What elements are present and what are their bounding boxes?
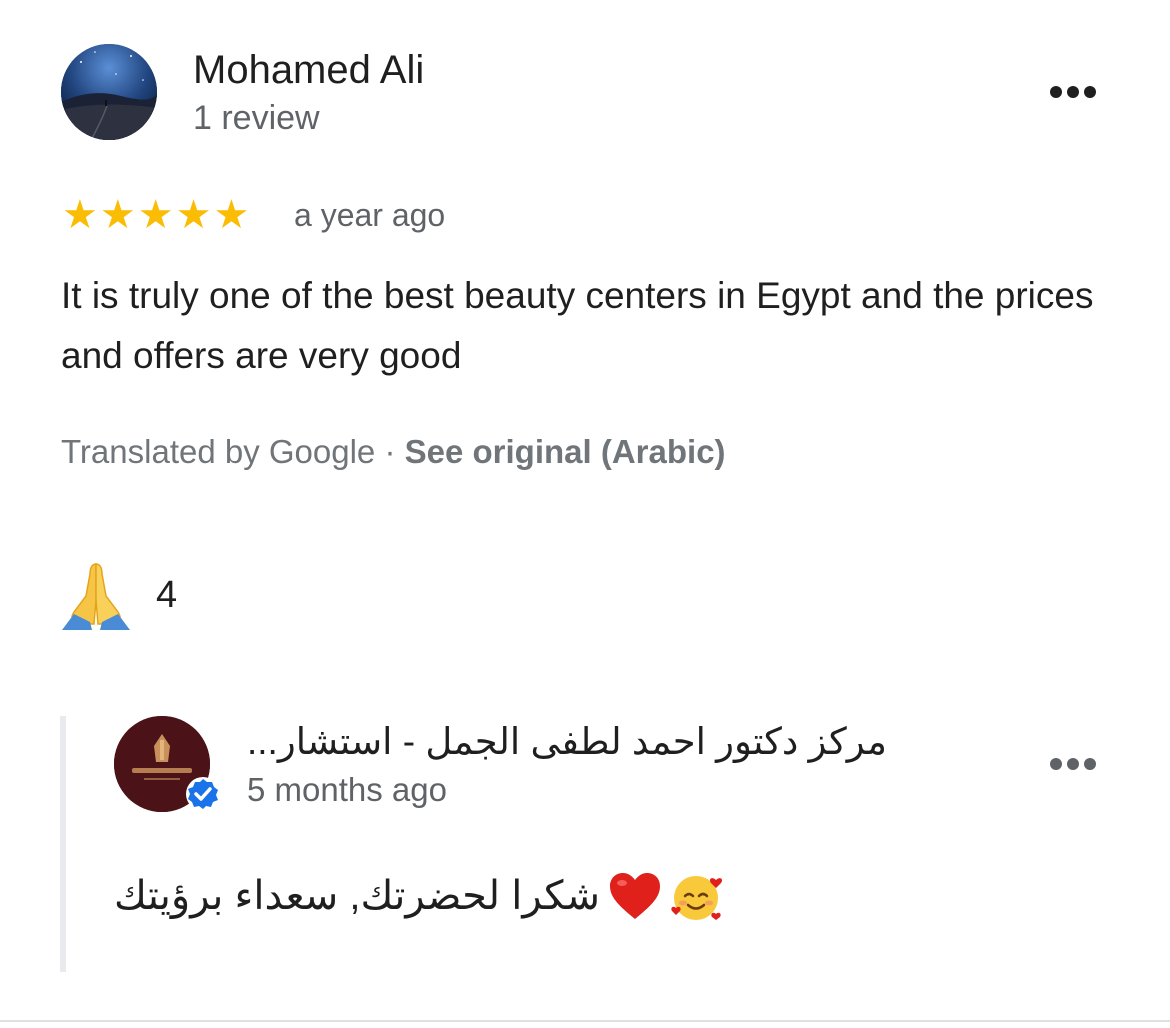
more-options-icon[interactable] [1050, 85, 1100, 99]
star-icon: ★ [213, 193, 250, 237]
bottom-divider [0, 1020, 1170, 1022]
review-timestamp: a year ago [294, 197, 446, 233]
folded-hands-icon [62, 563, 130, 630]
translation-note: Translated by Google · See original (Ara… [61, 430, 726, 474]
reviewer-review-count: 1 review [193, 99, 320, 137]
review-text: It is truly one of the best beauty cente… [61, 275, 1094, 376]
reaction-count: 4 [156, 573, 178, 616]
verified-badge-icon [185, 776, 221, 812]
reviewer-name[interactable]: Mohamed Ali [193, 44, 424, 96]
star-rating: ★ ★ ★ ★ ★ [62, 195, 249, 235]
reply-timestamp: 5 months ago [247, 771, 447, 808]
translated-by-label: Translated by Google · [61, 433, 405, 470]
star-icon: ★ [62, 193, 98, 237]
reply-divider-bar [60, 716, 66, 972]
star-icon: ★ [175, 193, 212, 237]
reply-text: شكرا لحضرتك, سعداء برؤيتك [114, 874, 601, 918]
reply-content: شكرا لحضرتك, سعداء برؤيتك [114, 868, 726, 924]
reply-more-options-icon[interactable] [1050, 757, 1100, 771]
smiling-face-with-hearts-icon [671, 876, 723, 920]
see-original-link[interactable]: See original (Arabic) [405, 433, 726, 470]
heart-icon [610, 873, 661, 919]
reviewer-avatar[interactable] [61, 44, 157, 140]
reaction-button[interactable]: 4 [60, 560, 177, 630]
owner-name[interactable]: مركز دكتور احمد لطفى الجمل - استشار... [247, 718, 947, 766]
star-icon: ★ [99, 193, 136, 237]
star-icon: ★ [137, 193, 174, 237]
